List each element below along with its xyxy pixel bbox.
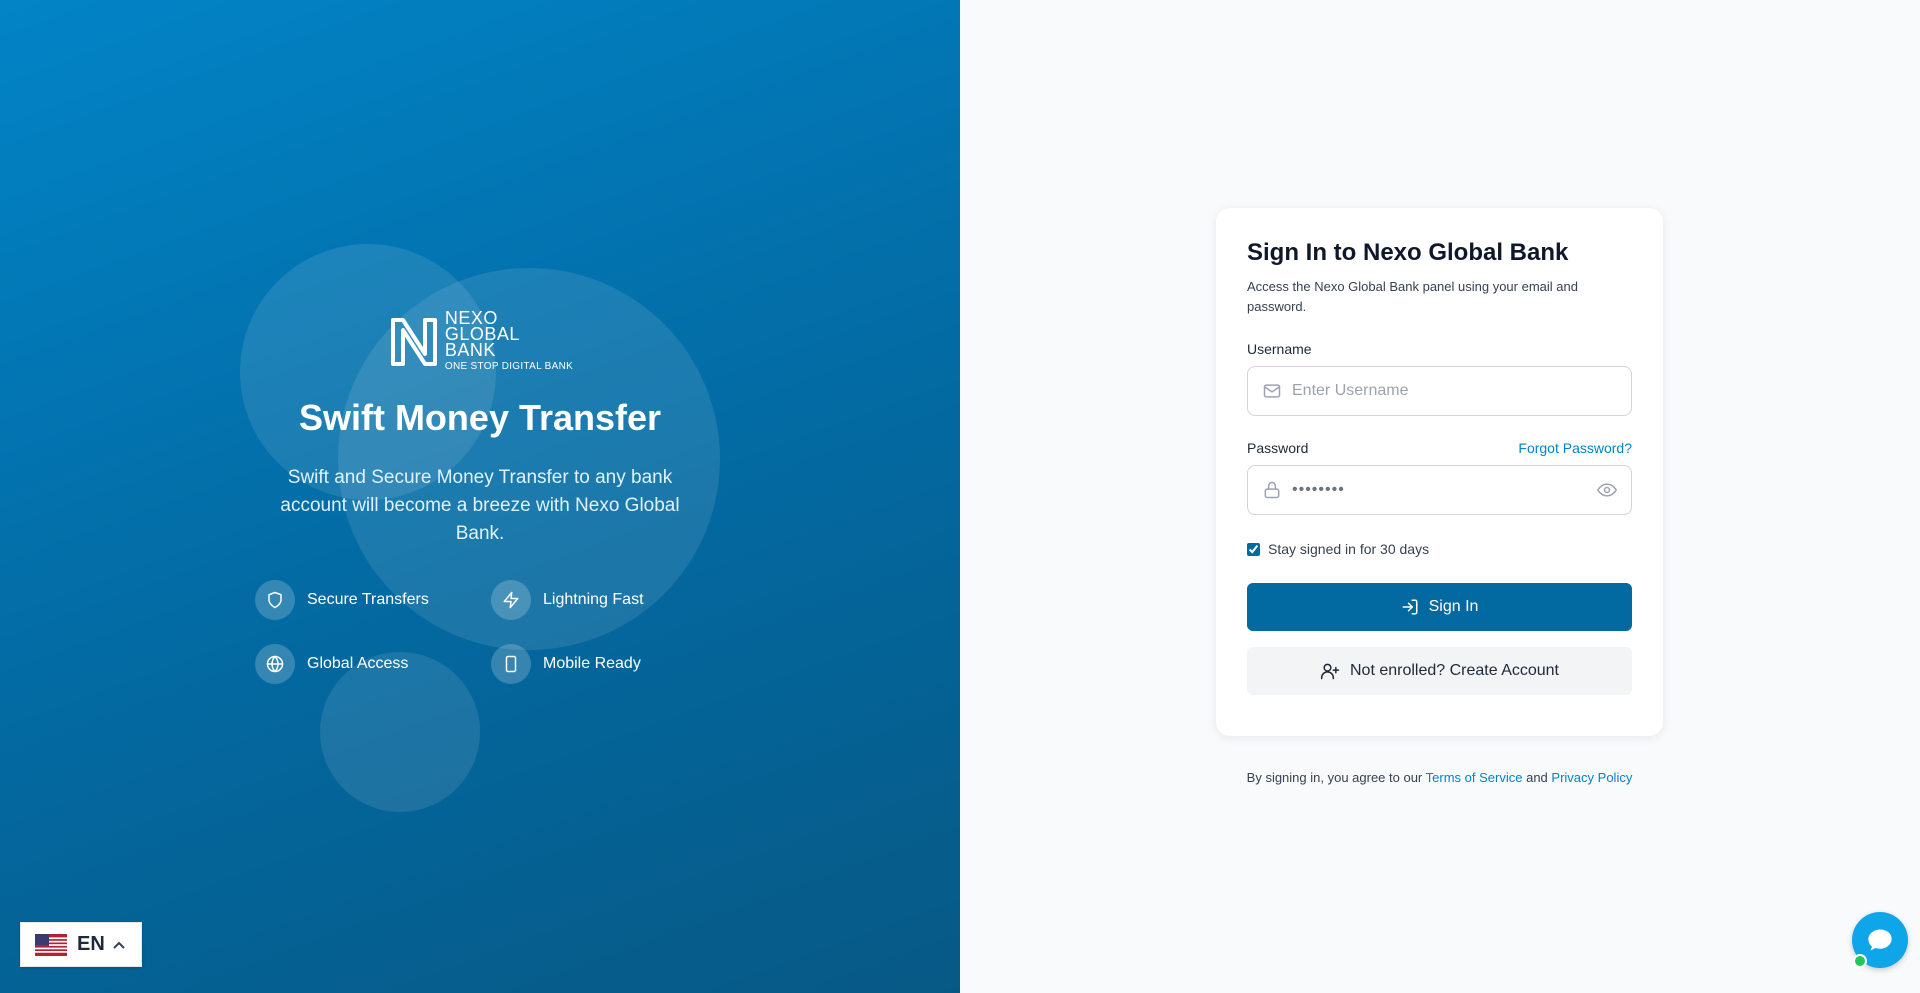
- us-flag-icon: [35, 933, 67, 956]
- sign-in-button[interactable]: Sign In: [1247, 583, 1632, 631]
- feature-label: Mobile Ready: [543, 655, 641, 672]
- username-label-row: Username: [1247, 341, 1632, 357]
- hero-description: Swift and Secure Money Transfer to any b…: [280, 467, 680, 544]
- terms-conjunction: and: [1526, 770, 1548, 785]
- logo-line: BANK: [444, 340, 496, 360]
- chat-bubble-icon: [1868, 929, 1892, 951]
- feature-global-access: Global Access: [255, 644, 408, 684]
- feature-label: Secure Transfers: [307, 591, 429, 608]
- remember-me-row[interactable]: Stay signed in for 30 days: [1247, 541, 1632, 557]
- login-subtitle: Access the Nexo Global Bank panel using …: [1247, 279, 1578, 314]
- hero-content: NEXO GLOBAL BANK ONE STOP DIGITAL BANK S…: [260, 306, 700, 548]
- password-field[interactable]: ••••••••: [1247, 465, 1632, 515]
- privacy-policy-link[interactable]: Privacy Policy: [1551, 770, 1632, 785]
- login-card: Sign In to Nexo Global Bank Access the N…: [1216, 208, 1663, 736]
- lightning-icon: [491, 580, 531, 620]
- logo-n-mark-icon: [390, 318, 437, 366]
- language-selector[interactable]: EN: [20, 922, 142, 967]
- globe-icon: [255, 644, 295, 684]
- hero-title: Swift Money Transfer: [298, 397, 662, 438]
- password-label: Password: [1247, 440, 1309, 456]
- log-in-icon: [1402, 599, 1418, 615]
- eye-icon[interactable]: [1597, 480, 1617, 500]
- smartphone-icon: [491, 644, 531, 684]
- shield-icon: [255, 580, 295, 620]
- terms-of-service-link[interactable]: Terms of Service: [1426, 770, 1523, 785]
- create-account-label: Not enrolled? Create Account: [1349, 662, 1559, 679]
- forgot-password-link[interactable]: Forgot Password?: [1518, 440, 1632, 456]
- remember-me-label: Stay signed in for 30 days: [1268, 541, 1430, 557]
- language-code: EN: [77, 933, 105, 955]
- feature-lightning-fast: Lightning Fast: [491, 580, 644, 620]
- bank-logo: NEXO GLOBAL BANK ONE STOP DIGITAL BANK: [260, 306, 700, 376]
- username-field[interactable]: [1247, 366, 1632, 416]
- user-plus-icon: [1320, 663, 1340, 680]
- username-input[interactable]: [1292, 382, 1617, 400]
- mail-icon: [1263, 384, 1281, 398]
- password-input[interactable]: ••••••••: [1292, 481, 1597, 499]
- login-title: Sign In to Nexo Global Bank: [1247, 239, 1569, 266]
- terms-prefix: By signing in, you agree to our: [1246, 770, 1423, 785]
- username-label: Username: [1247, 341, 1312, 357]
- hero-panel: NEXO GLOBAL BANK ONE STOP DIGITAL BANK S…: [0, 0, 960, 993]
- create-account-button[interactable]: Not enrolled? Create Account: [1247, 647, 1632, 695]
- password-label-row: Password Forgot Password?: [1247, 440, 1632, 456]
- terms-notice: By signing in, you agree to our Terms of…: [1216, 770, 1663, 785]
- chevron-up-icon: [113, 941, 125, 949]
- feature-label: Lightning Fast: [543, 591, 644, 608]
- logo-tagline: ONE STOP DIGITAL BANK: [444, 361, 574, 372]
- feature-secure-transfers: Secure Transfers: [255, 580, 429, 620]
- online-status-dot: [1853, 954, 1867, 968]
- feature-mobile-ready: Mobile Ready: [491, 644, 641, 684]
- sign-in-label: Sign In: [1428, 598, 1479, 615]
- remember-me-checkbox[interactable]: [1247, 542, 1260, 556]
- feature-label: Global Access: [307, 655, 409, 672]
- lock-icon: [1264, 481, 1280, 499]
- logo-wordmark: NEXO GLOBAL BANK ONE STOP DIGITAL BANK: [444, 309, 574, 372]
